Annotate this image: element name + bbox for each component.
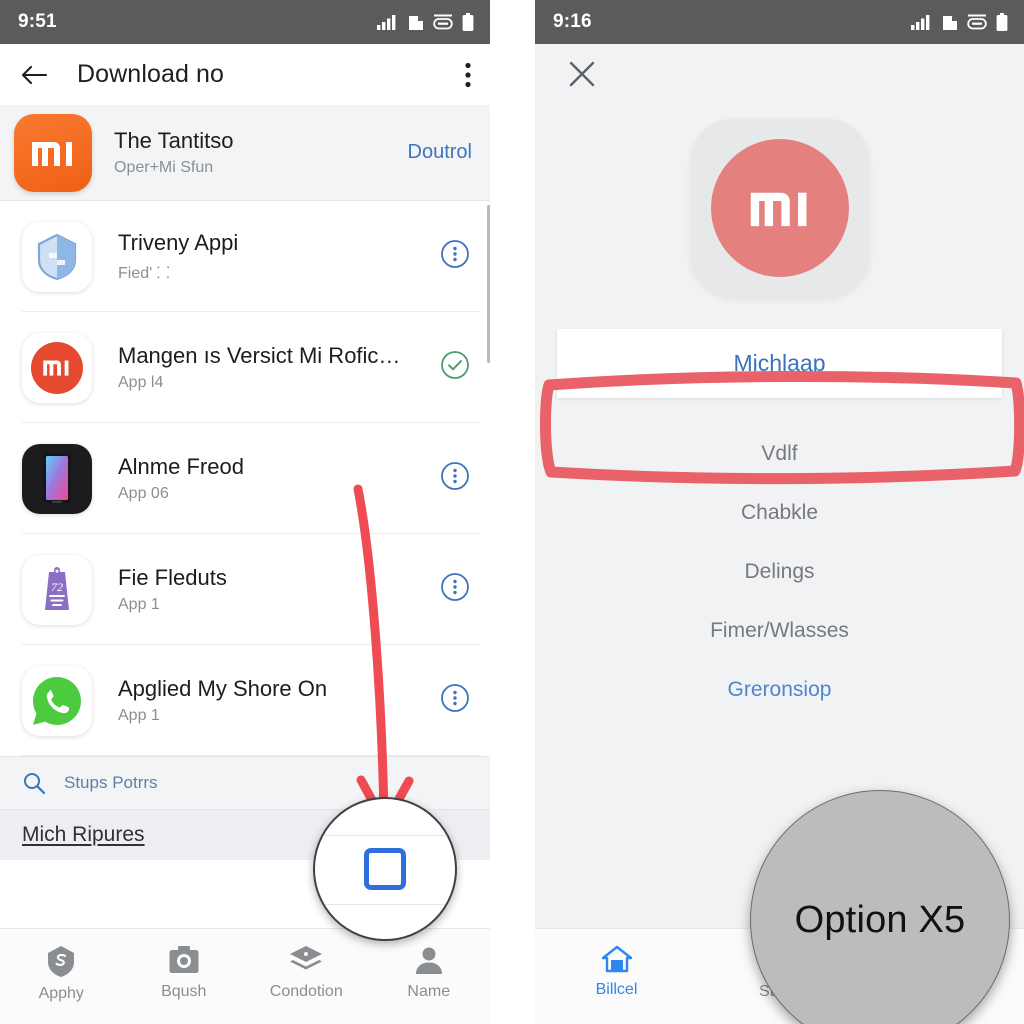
option-badge-label: Option X5 (794, 898, 966, 941)
magnifier-guide-line (315, 835, 455, 836)
screenshot-root: 9:51 Download no The Tantitso Oper+Mi Sf… (0, 0, 1024, 1024)
red-arrow (353, 484, 414, 829)
red-highlight-box (540, 370, 1024, 485)
blue-square-icon (364, 848, 406, 890)
magnifier-guide-line (315, 904, 455, 905)
magnifier-callout (313, 797, 457, 941)
